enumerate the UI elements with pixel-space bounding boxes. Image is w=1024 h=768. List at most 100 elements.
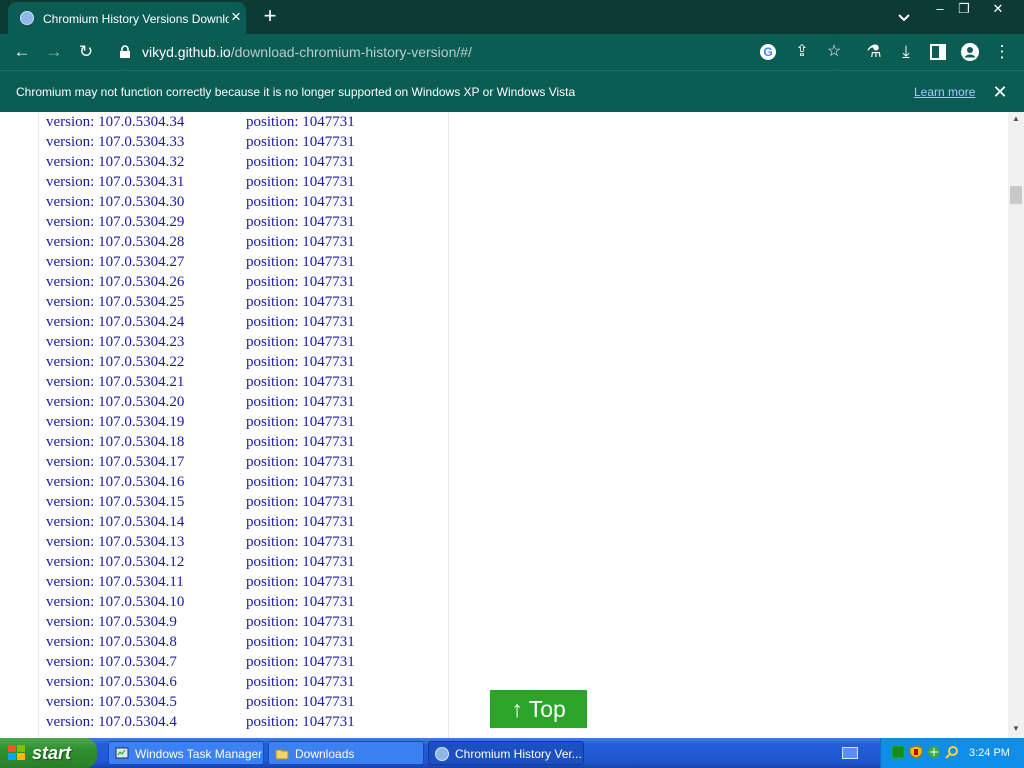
system-tray: 3:24 PM (880, 738, 1024, 768)
clock: 3:24 PM (969, 747, 1010, 759)
version-row: version: 107.0.5304.9 position: 1047731 (39, 612, 439, 632)
kebab-menu-icon[interactable]: ⋮ (992, 42, 1012, 62)
version-row: version: 107.0.5304.23 position: 1047731 (39, 332, 439, 352)
position-link[interactable]: position: 1047731 (246, 492, 355, 512)
position-link[interactable]: position: 1047731 (246, 252, 355, 272)
version-text: version: 107.0.5304.14 (46, 514, 185, 530)
tab-close-icon[interactable]: × (227, 8, 245, 26)
restore-button[interactable]: ❐ (952, 0, 976, 18)
version-text: version: 107.0.5304.20 (46, 394, 185, 410)
position-link[interactable]: position: 1047731 (246, 512, 355, 532)
position-link[interactable]: position: 1047731 (246, 292, 355, 312)
taskbar-chromium[interactable]: Chromium History Ver... (428, 741, 584, 765)
position-link[interactable]: position: 1047731 (246, 192, 355, 212)
position-link[interactable]: position: 1047731 (246, 112, 355, 132)
keyboard-language-icon[interactable] (842, 747, 858, 759)
scrollbar-thumb[interactable] (1010, 186, 1022, 204)
forward-arrow-icon[interactable]: → (44, 42, 64, 62)
version-row: version: 107.0.5304.11 position: 1047731 (39, 572, 439, 592)
version-row: version: 107.0.5304.28 position: 1047731 (39, 232, 439, 252)
position-link[interactable]: position: 1047731 (246, 272, 355, 292)
position-link[interactable]: position: 1047731 (246, 472, 355, 492)
lock-icon[interactable] (118, 45, 132, 59)
position-link[interactable]: position: 1047731 (246, 592, 355, 612)
position-link[interactable]: position: 1047731 (246, 172, 355, 192)
version-row: version: 107.0.5304.15 position: 1047731 (39, 492, 439, 512)
position-link[interactable]: position: 1047731 (246, 212, 355, 232)
scroll-down-arrow-icon[interactable]: ▼ (1008, 724, 1024, 734)
task-manager-icon (115, 747, 129, 759)
version-text: version: 107.0.5304.28 (46, 234, 185, 250)
side-panel-icon[interactable] (928, 42, 948, 62)
chromium-icon (435, 747, 449, 761)
version-text: version: 107.0.5304.31 (46, 174, 185, 190)
position-link[interactable]: position: 1047731 (246, 372, 355, 392)
learn-more-link[interactable]: Learn more (914, 71, 975, 113)
version-text: version: 107.0.5304.21 (46, 374, 185, 390)
page-scrollbar[interactable]: ▲ ▼ (1008, 112, 1024, 738)
scroll-top-button[interactable]: ↑ Top (490, 690, 587, 728)
bookmark-star-icon[interactable]: ☆ (824, 42, 844, 62)
position-link[interactable]: position: 1047731 (246, 572, 355, 592)
version-text: version: 107.0.5304.4 (46, 714, 177, 730)
url-text[interactable]: vikyd.github.io/download-chromium-histor… (142, 37, 472, 67)
google-lens-icon[interactable]: G (760, 44, 776, 60)
position-link[interactable]: position: 1047731 (246, 152, 355, 172)
green-monitor-icon[interactable] (891, 745, 905, 759)
version-text: version: 107.0.5304.33 (46, 134, 185, 150)
profile-avatar-icon[interactable] (960, 42, 980, 62)
position-link[interactable]: position: 1047731 (246, 132, 355, 152)
tab-search-chevron-down-icon[interactable] (896, 9, 912, 25)
position-link[interactable]: position: 1047731 (246, 612, 355, 632)
position-link[interactable]: position: 1047731 (246, 232, 355, 252)
share-icon[interactable]: ⇪ (792, 42, 812, 62)
position-link[interactable]: position: 1047731 (246, 712, 355, 732)
labs-flask-icon[interactable]: ⚗ (864, 42, 884, 62)
version-row: version: 107.0.5304.13 position: 1047731 (39, 532, 439, 552)
position-link[interactable]: position: 1047731 (246, 652, 355, 672)
security-shield-icon[interactable] (909, 745, 923, 759)
url-host: vikyd.github.io (142, 44, 231, 60)
version-row: version: 107.0.5304.32 position: 1047731 (39, 152, 439, 172)
browser-titlebar: Chromium History Versions Download × + ‒… (0, 0, 1024, 34)
browser-toolbar: ← → ↻ vikyd.github.io/download-chromium-… (0, 34, 1024, 70)
position-link[interactable]: position: 1047731 (246, 412, 355, 432)
taskbar-downloads[interactable]: Downloads (268, 741, 424, 765)
position-link[interactable]: position: 1047731 (246, 632, 355, 652)
version-text: version: 107.0.5304.8 (46, 634, 177, 650)
close-window-button[interactable]: ✕ (986, 0, 1010, 18)
version-row: version: 107.0.5304.31 position: 1047731 (39, 172, 439, 192)
start-button[interactable]: start (0, 738, 97, 768)
windows-logo-icon (8, 745, 25, 760)
version-text: version: 107.0.5304.12 (46, 554, 185, 570)
position-link[interactable]: position: 1047731 (246, 532, 355, 552)
new-tab-button[interactable]: + (260, 5, 280, 27)
version-text: version: 107.0.5304.16 (46, 474, 185, 490)
version-text: version: 107.0.5304.17 (46, 454, 185, 470)
address-bar[interactable]: vikyd.github.io/download-chromium-histor… (108, 37, 850, 67)
position-link[interactable]: position: 1047731 (246, 452, 355, 472)
version-row: version: 107.0.5304.5 position: 1047731 (39, 692, 439, 712)
position-link[interactable]: position: 1047731 (246, 332, 355, 352)
minimize-button[interactable]: ‒ (928, 0, 952, 18)
position-link[interactable]: position: 1047731 (246, 672, 355, 692)
position-link[interactable]: position: 1047731 (246, 392, 355, 412)
version-text: version: 107.0.5304.32 (46, 154, 185, 170)
position-link[interactable]: position: 1047731 (246, 352, 355, 372)
tab-chromium-history[interactable]: Chromium History Versions Download × (8, 2, 246, 34)
version-row: version: 107.0.5304.18 position: 1047731 (39, 432, 439, 452)
reload-icon[interactable]: ↻ (76, 42, 96, 62)
search-icon[interactable] (945, 745, 959, 759)
position-link[interactable]: position: 1047731 (246, 692, 355, 712)
position-link[interactable]: position: 1047731 (246, 552, 355, 572)
download-icon[interactable]: ⤓ (896, 42, 916, 62)
taskbar-task-manager[interactable]: Windows Task Manager (108, 741, 264, 765)
back-arrow-icon[interactable]: ← (12, 42, 32, 62)
scroll-up-arrow-icon[interactable]: ▲ (1008, 114, 1024, 124)
infobar-close-icon[interactable]: ✕ (990, 82, 1010, 102)
position-link[interactable]: position: 1047731 (246, 312, 355, 332)
version-row: version: 107.0.5304.30 position: 1047731 (39, 192, 439, 212)
version-row: version: 107.0.5304.7 position: 1047731 (39, 652, 439, 672)
position-link[interactable]: position: 1047731 (246, 432, 355, 452)
network-icon[interactable] (927, 745, 941, 759)
